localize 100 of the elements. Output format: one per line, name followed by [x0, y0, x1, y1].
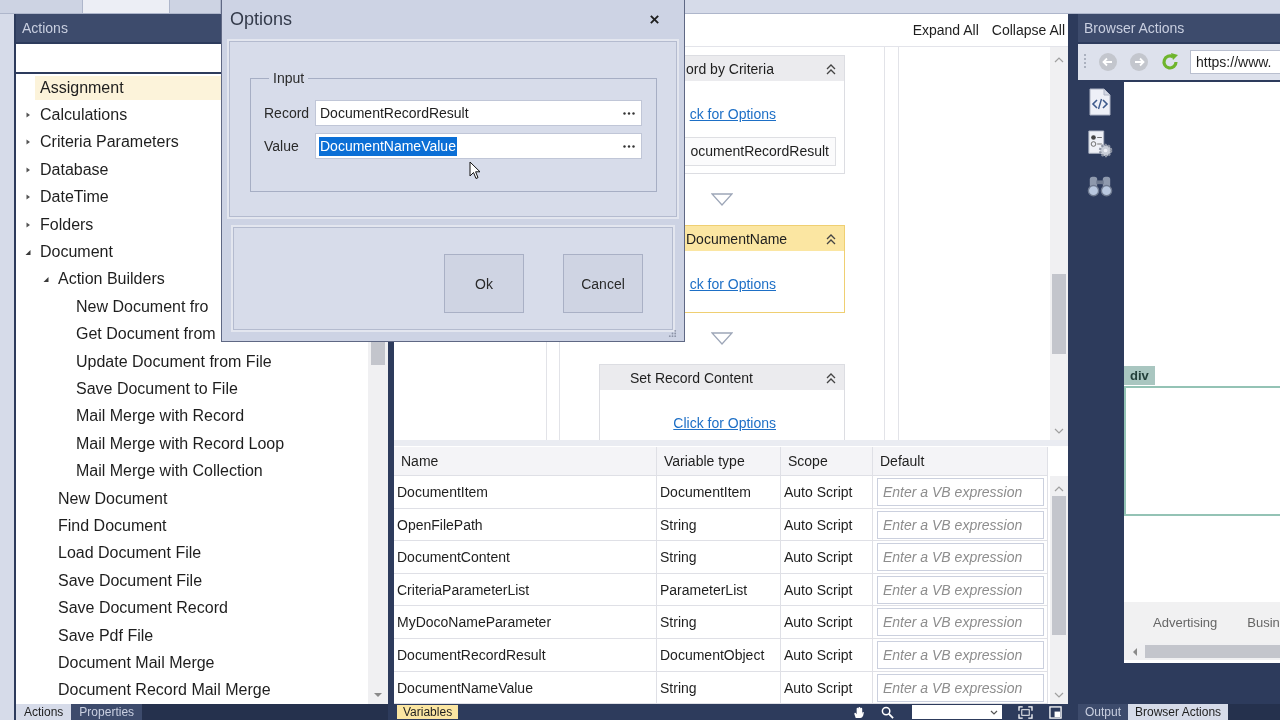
options-link[interactable]: ck for Options: [689, 276, 776, 292]
footer-link[interactable]: Busin: [1247, 615, 1280, 630]
column-header[interactable]: Variable type: [657, 447, 781, 476]
tree-item[interactable]: Calculations: [35, 103, 221, 128]
tree-item[interactable]: Save Document File: [53, 568, 221, 593]
column-header[interactable]: Name: [394, 447, 657, 476]
scrollbar-thumb[interactable]: [1052, 496, 1066, 635]
mouse-cursor-icon: [469, 161, 481, 180]
input-field[interactable]: Enter a VB expression: [877, 673, 1044, 702]
tree-item[interactable]: New Document: [53, 486, 221, 511]
scrollbar-thumb[interactable]: [1145, 645, 1280, 658]
table-cell: Auto Script: [781, 476, 873, 509]
tree-item[interactable]: Document Mail Merge: [53, 650, 221, 675]
tree-item[interactable]: Load Document File: [53, 541, 221, 566]
activity-card[interactable]: Set Record Content Click for Options: [599, 364, 845, 440]
url-field[interactable]: https://www.: [1190, 50, 1280, 74]
table-cell: DocumentObject: [657, 638, 781, 672]
ellipsis-icon: [623, 144, 635, 148]
tree-item[interactable]: DateTime: [35, 185, 221, 210]
tree-item[interactable]: Mail Merge with Record: [71, 404, 250, 429]
field-label: Record: [264, 105, 311, 121]
tree-item[interactable]: Save Pdf File: [53, 623, 221, 648]
scrollbar[interactable]: [1124, 643, 1280, 660]
scroll-up-icon[interactable]: [1054, 486, 1064, 492]
scrollbar[interactable]: [1050, 476, 1068, 704]
scroll-down-icon[interactable]: [1054, 692, 1064, 698]
fit-screen-icon[interactable]: [1018, 705, 1033, 719]
column-header[interactable]: Scope: [781, 447, 873, 476]
input-field[interactable]: Enter a VB expression: [877, 640, 1044, 669]
result-field[interactable]: ocumentRecordResult: [685, 137, 836, 166]
text-field[interactable]: DocumentRecordResult: [315, 100, 642, 126]
panel-tab[interactable]: Properties: [71, 704, 143, 720]
scroll-down-icon[interactable]: [373, 692, 383, 698]
scrollbar-thumb[interactable]: [1052, 274, 1066, 354]
input-field[interactable]: Enter a VB expression: [877, 543, 1044, 572]
tree-item[interactable]: Save Document to File: [71, 377, 243, 401]
panel-tab[interactable]: Output: [1078, 704, 1129, 720]
panel-tab[interactable]: Actions: [16, 704, 72, 720]
input-field[interactable]: Enter a VB expression: [877, 510, 1044, 539]
toolbar-button[interactable]: Collapse All: [991, 22, 1065, 38]
collapse-icon[interactable]: [825, 371, 837, 384]
refresh-icon[interactable]: [1160, 52, 1180, 72]
text-field[interactable]: DocumentNameValue: [315, 133, 642, 159]
toolbar-button[interactable]: Expand All: [912, 22, 979, 38]
scrollbar[interactable]: [1050, 47, 1068, 440]
hand-icon[interactable]: [852, 705, 865, 719]
tree-item[interactable]: New Document fro: [71, 294, 221, 319]
resize-grip-icon[interactable]: [668, 329, 677, 338]
tree-item[interactable]: Document Record Mail Merge: [53, 678, 276, 703]
panel-tab[interactable]: Variables: [397, 705, 459, 719]
table-cell: String: [657, 606, 781, 639]
panel-header: Browser Actions: [1078, 14, 1280, 42]
table-cell: DocumentItem: [657, 476, 781, 509]
table-cell: Auto Script: [781, 573, 873, 607]
activity-card[interactable]: ord by Criteria ck for Options ocumentRecordResult: [685, 55, 845, 174]
dialog-button[interactable]: Cancel: [563, 254, 643, 313]
tree-item[interactable]: Get Document from: [71, 322, 221, 347]
tree-item[interactable]: Mail Merge with Collection: [71, 459, 268, 484]
scrollbar-thumb[interactable]: [371, 342, 385, 365]
scroll-up-icon[interactable]: [1054, 57, 1064, 63]
options-link[interactable]: Click for Options: [673, 415, 776, 431]
code-file-icon[interactable]: [1087, 88, 1113, 116]
panel-tab[interactable]: Browser Actions: [1128, 704, 1229, 720]
footer-link[interactable]: Advertising: [1153, 615, 1218, 630]
scroll-left-icon[interactable]: [1132, 646, 1138, 657]
element-tag-label: div: [1124, 366, 1155, 385]
table-cell: DocumentItem: [394, 476, 657, 509]
flow-arrow-icon: [711, 193, 733, 206]
form-settings-icon[interactable]: [1087, 130, 1113, 158]
collapse-icon[interactable]: [825, 62, 837, 75]
input-field[interactable]: Enter a VB expression: [877, 608, 1044, 637]
tree-item[interactable]: Update Document from File: [71, 349, 277, 374]
scrollbar[interactable]: [368, 342, 388, 704]
table-cell: String: [657, 541, 781, 574]
activity-card[interactable]: DocumentName ck for Options: [685, 225, 845, 313]
dialog-button[interactable]: Ok: [444, 254, 524, 313]
input-field[interactable]: Enter a VB expression: [877, 478, 1044, 506]
collapse-icon[interactable]: [825, 232, 837, 245]
options-link[interactable]: ck for Options: [689, 106, 776, 122]
input-field[interactable]: Enter a VB expression: [877, 575, 1044, 604]
close-icon[interactable]: [649, 13, 660, 25]
table-cell: Auto Script: [781, 541, 873, 574]
tree-item[interactable]: Folders: [35, 212, 221, 237]
search-icon[interactable]: [881, 705, 894, 719]
scroll-down-icon[interactable]: [1054, 428, 1064, 434]
tree-item[interactable]: Criteria Parameters: [35, 130, 221, 155]
overview-icon[interactable]: [1049, 705, 1062, 719]
table-cell: DocumentRecordResult: [394, 638, 657, 672]
tree-item[interactable]: Mail Merge with Record Loop: [71, 431, 290, 456]
field-label: Value: [264, 138, 300, 154]
tree-item[interactable]: Save Document Record: [53, 596, 233, 621]
table-cell: Auto Script: [781, 508, 873, 542]
tree-item[interactable]: Assignment: [35, 75, 221, 100]
table-cell: MyDocoNameParameter: [394, 606, 657, 639]
tree-item[interactable]: Database: [35, 157, 221, 182]
tree-item[interactable]: Find Document: [53, 513, 221, 538]
tree-item[interactable]: Action Builders: [53, 267, 221, 292]
tree-item[interactable]: Document: [35, 240, 221, 265]
table-cell: Auto Script: [781, 638, 873, 672]
column-header[interactable]: Default: [873, 447, 1048, 476]
